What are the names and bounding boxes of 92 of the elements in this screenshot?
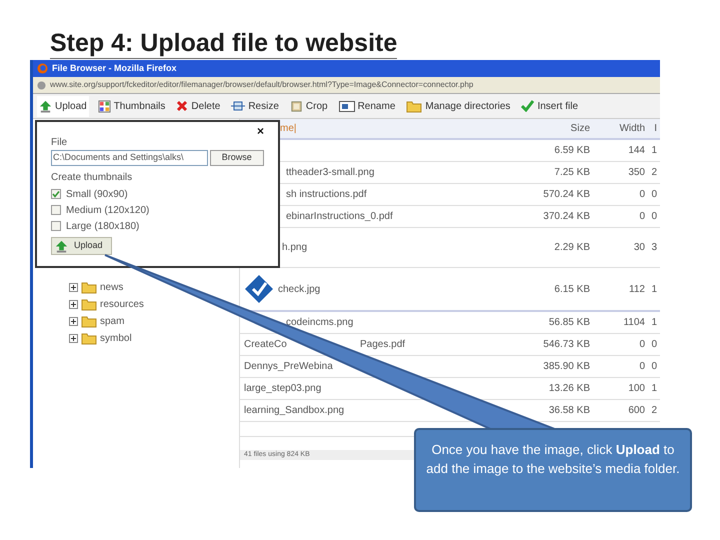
column-header[interactable]: Size bbox=[520, 121, 590, 136]
upload-icon bbox=[55, 240, 68, 252]
file-size: 2.29 KB bbox=[553, 241, 590, 255]
crop-icon bbox=[290, 100, 303, 112]
folder-icon bbox=[81, 298, 97, 311]
expander-icon[interactable] bbox=[69, 300, 78, 309]
upload-icon bbox=[39, 100, 52, 112]
file-size: 13.26 KB bbox=[548, 382, 590, 396]
expander-icon[interactable] bbox=[69, 334, 78, 343]
folder-icon bbox=[81, 332, 97, 345]
toolbar-button[interactable]: Thumbnails bbox=[96, 96, 168, 116]
address-text: www.site.org/support/fckeditor/editor/filemanager/browser/default/browser.html?Type=Image&Connector=connector.php bbox=[50, 79, 474, 91]
tree-item[interactable]: symbol bbox=[100, 331, 132, 346]
image-width: 112 bbox=[628, 282, 645, 296]
callout-text: Once you have the image, click Upload to add the image to the website’s media folder. bbox=[414, 428, 692, 512]
toolbar-button[interactable]: Crop bbox=[288, 96, 330, 116]
field-label: File bbox=[51, 136, 68, 149]
image-width: 1104 bbox=[622, 316, 645, 330]
file-name[interactable]: ttheader3-small.png bbox=[286, 165, 374, 180]
toolbar-button[interactable]: Rename bbox=[336, 96, 398, 116]
browser-logo-icon bbox=[37, 63, 48, 74]
file-size: 6.59 KB bbox=[553, 144, 590, 158]
table-cell-text: 0 bbox=[650, 338, 657, 352]
file-name[interactable]: h.png bbox=[282, 240, 308, 255]
file-name[interactable]: check.jpg bbox=[278, 282, 320, 296]
table-cell-text: 0 bbox=[650, 210, 657, 224]
globe-icon bbox=[37, 80, 46, 90]
option-label: Medium (120x120) bbox=[66, 204, 150, 218]
file-size: 546.73 KB bbox=[542, 338, 590, 352]
table-cell-text: 1 bbox=[650, 144, 657, 158]
table-cell-text: 0 bbox=[650, 360, 657, 374]
table-cell-text: 2 bbox=[650, 166, 657, 180]
table-cell-text: 2 bbox=[650, 404, 657, 418]
file-name[interactable]: learning_Sandbox.png bbox=[244, 403, 344, 418]
section-label: Create thumbnails bbox=[51, 171, 134, 184]
close-button[interactable]: × bbox=[256, 126, 264, 136]
image-width: 350 bbox=[627, 166, 645, 180]
file-size: 36.58 KB bbox=[548, 404, 590, 418]
grid-icon bbox=[98, 100, 111, 112]
file-name[interactable]: CreateCo bbox=[244, 337, 356, 352]
file-name[interactable]: ebinarInstructions_0.pdf bbox=[286, 209, 393, 224]
table-cell-text: 1 bbox=[650, 382, 657, 396]
image-width: 600 bbox=[627, 404, 645, 418]
table-cell-text: 1 bbox=[650, 282, 657, 296]
file-name[interactable]: Pages.pdf bbox=[360, 337, 406, 352]
cross-icon bbox=[176, 100, 188, 112]
file-size: 56.85 KB bbox=[548, 316, 590, 330]
option-label: Large (180x180) bbox=[66, 220, 140, 234]
folder-icon bbox=[406, 100, 422, 112]
file-name[interactable]: Dennys_PreWebina bbox=[244, 359, 333, 374]
checkbox[interactable] bbox=[51, 221, 61, 231]
toolbar-button[interactable]: Manage directories bbox=[404, 96, 512, 116]
file-name[interactable]: large_step03.png bbox=[244, 381, 322, 396]
toolbar-button[interactable]: Resize bbox=[229, 96, 281, 116]
window-title: File Browser - Mozilla Firefox bbox=[52, 62, 177, 75]
image-width: 0 bbox=[638, 338, 645, 352]
checkmark-thumbnail-icon bbox=[244, 274, 274, 304]
file-name[interactable]: sh instructions.pdf bbox=[286, 187, 367, 202]
file-name[interactable]: codeincms.png bbox=[286, 315, 354, 330]
file-size: 370.24 KB bbox=[542, 210, 590, 224]
table-cell-text: 0 bbox=[650, 188, 657, 202]
image-width: 100 bbox=[627, 382, 645, 396]
file-field[interactable]: C:\Documents and Settings\alks\ bbox=[51, 150, 208, 166]
column-header[interactable]: I bbox=[645, 121, 657, 136]
slide-title: Step 4: Upload file to website bbox=[50, 28, 398, 59]
table-cell-text: 1 bbox=[650, 316, 657, 330]
image-width: 30 bbox=[632, 241, 645, 255]
toolbar-button[interactable]: Upload bbox=[37, 96, 89, 116]
image-width: 0 bbox=[638, 188, 645, 202]
text-field-icon bbox=[338, 100, 355, 112]
image-width: 0 bbox=[638, 210, 645, 224]
expander-icon[interactable] bbox=[69, 317, 78, 326]
file-size: 7.25 KB bbox=[553, 166, 590, 180]
image-width: 144 bbox=[627, 144, 645, 158]
folder-icon bbox=[81, 281, 97, 294]
toolbar-button[interactable]: Delete bbox=[174, 96, 222, 116]
file-size: 570.24 KB bbox=[542, 188, 590, 202]
checkbox[interactable] bbox=[51, 205, 61, 215]
toolbar-button[interactable]: Insert file bbox=[519, 96, 580, 116]
image-width: 0 bbox=[638, 360, 645, 374]
column-header[interactable]: Width bbox=[590, 121, 645, 136]
checkbox[interactable] bbox=[51, 189, 61, 199]
resize-icon bbox=[231, 100, 246, 112]
expander-icon[interactable] bbox=[69, 283, 78, 292]
file-size: 6.15 KB bbox=[553, 282, 590, 296]
browse-button[interactable]: Browse bbox=[210, 150, 264, 166]
upload-button[interactable]: Upload bbox=[51, 237, 112, 255]
table-cell-text: 3 bbox=[650, 241, 657, 255]
folder-icon bbox=[81, 315, 97, 328]
file-size: 385.90 KB bbox=[542, 360, 590, 374]
checkmark-icon bbox=[521, 100, 534, 112]
option-label: Small (90x90) bbox=[66, 188, 128, 202]
